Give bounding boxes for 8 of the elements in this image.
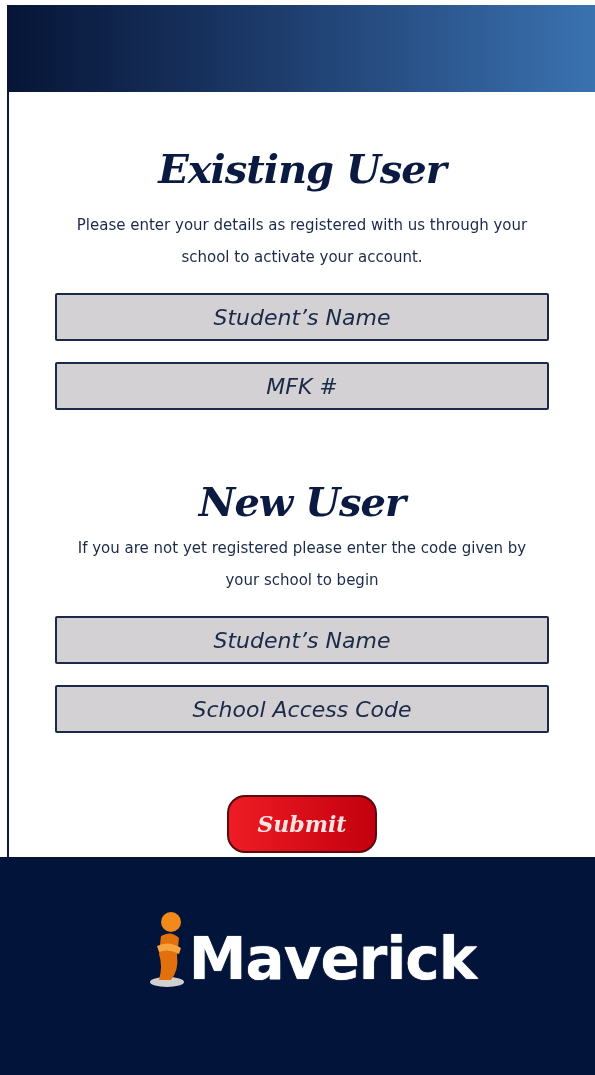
submit-button[interactable]: Submit [227, 795, 377, 853]
input-field[interactable]: Student’s Name [55, 293, 549, 341]
logo-text: Maverick [188, 930, 477, 988]
input-field[interactable]: MFK # [55, 362, 549, 410]
input-field[interactable]: Student’s Name [55, 616, 549, 664]
section-description: If you are not yet registered please enter the code given by your school to begin [76, 538, 528, 591]
section-description: Please enter your details as registered with us through your school to activate your account. [75, 215, 529, 268]
input-field[interactable]: School Access Code [55, 685, 549, 733]
